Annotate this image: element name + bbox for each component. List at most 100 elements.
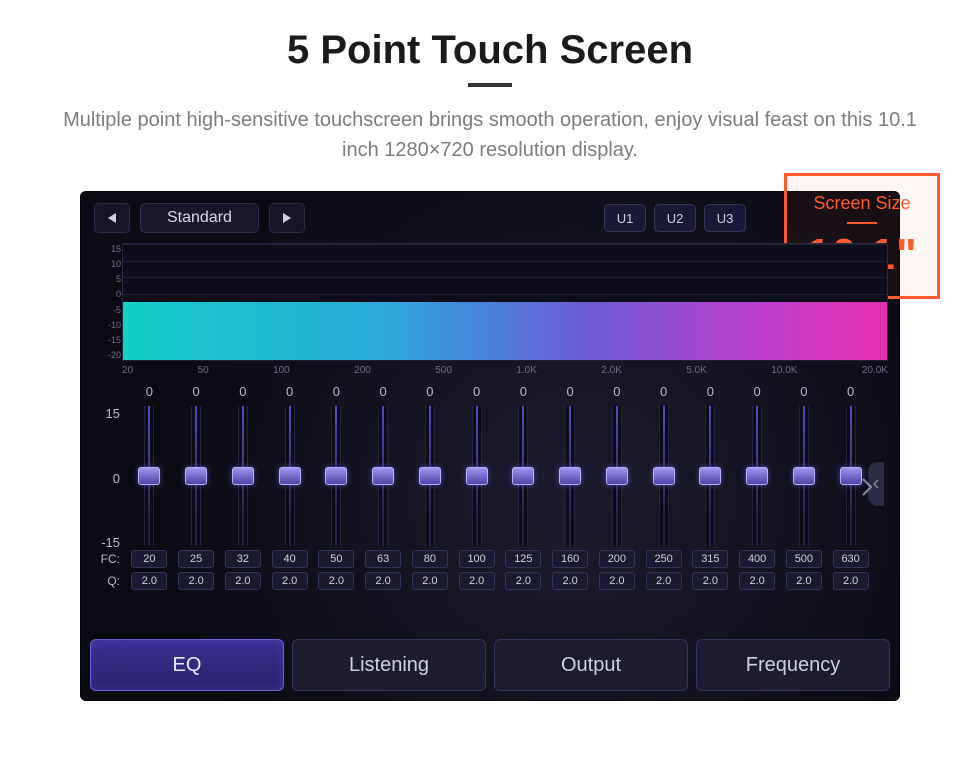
tab-eq[interactable]: EQ bbox=[90, 639, 284, 691]
band-fc-value[interactable]: 500 bbox=[786, 550, 822, 568]
band-q-value[interactable]: 2.0 bbox=[505, 572, 541, 590]
band-slider[interactable] bbox=[799, 406, 809, 546]
tab-frequency[interactable]: Frequency bbox=[696, 639, 890, 691]
spectrum-x-tick: 500 bbox=[435, 365, 452, 376]
slider-knob[interactable] bbox=[279, 467, 301, 485]
eq-band-4: 0502.0 bbox=[313, 384, 360, 590]
slider-knob[interactable] bbox=[606, 467, 628, 485]
band-slider[interactable] bbox=[238, 406, 248, 546]
band-fc-value[interactable]: 32 bbox=[225, 550, 261, 568]
band-q-value[interactable]: 2.0 bbox=[318, 572, 354, 590]
badge-divider bbox=[847, 222, 877, 224]
band-slider[interactable] bbox=[659, 406, 669, 546]
band-fc-value[interactable]: 400 bbox=[739, 550, 775, 568]
sliders-next-button[interactable] bbox=[856, 457, 878, 517]
chevron-right-icon bbox=[861, 477, 873, 497]
tab-output[interactable]: Output bbox=[494, 639, 688, 691]
band-slider[interactable] bbox=[285, 406, 295, 546]
slider-knob[interactable] bbox=[699, 467, 721, 485]
slider-knob[interactable] bbox=[840, 467, 862, 485]
band-fc-value[interactable]: 25 bbox=[178, 550, 214, 568]
slider-knob[interactable] bbox=[185, 467, 207, 485]
slider-knob[interactable] bbox=[653, 467, 675, 485]
user-preset-u2[interactable]: U2 bbox=[654, 204, 696, 232]
user-preset-u1[interactable]: U1 bbox=[604, 204, 646, 232]
spectrum-y-tick: -15 bbox=[93, 335, 121, 345]
band-q-value[interactable]: 2.0 bbox=[833, 572, 869, 590]
band-slider[interactable] bbox=[378, 406, 388, 546]
slider-knob[interactable] bbox=[419, 467, 441, 485]
fc-row-label: FC: bbox=[90, 552, 120, 566]
band-fc-value[interactable]: 63 bbox=[365, 550, 401, 568]
band-q-value[interactable]: 2.0 bbox=[692, 572, 728, 590]
eq-band-6: 0802.0 bbox=[407, 384, 454, 590]
spectrum-x-tick: 10.0K bbox=[771, 365, 797, 376]
slider-knob[interactable] bbox=[466, 467, 488, 485]
spectrum-x-tick: 50 bbox=[198, 365, 209, 376]
band-fc-value[interactable]: 630 bbox=[833, 550, 869, 568]
band-slider[interactable] bbox=[846, 406, 856, 546]
band-q-value[interactable]: 2.0 bbox=[365, 572, 401, 590]
title-underline bbox=[468, 83, 512, 87]
band-q-value[interactable]: 2.0 bbox=[599, 572, 635, 590]
band-slider[interactable] bbox=[331, 406, 341, 546]
band-q-value[interactable]: 2.0 bbox=[459, 572, 495, 590]
spectrum-y-tick: 0 bbox=[93, 289, 121, 299]
band-gain-value: 0 bbox=[473, 384, 480, 402]
eq-band-13: 0 400 2.0 bbox=[734, 384, 781, 590]
preset-label[interactable]: Standard bbox=[140, 203, 259, 233]
band-fc-value[interactable]: 100 bbox=[459, 550, 495, 568]
band-gain-value: 0 bbox=[754, 384, 761, 402]
slider-knob[interactable] bbox=[746, 467, 768, 485]
band-slider[interactable] bbox=[425, 406, 435, 546]
band-fc-value[interactable]: 250 bbox=[646, 550, 682, 568]
band-fc-value[interactable]: 20 bbox=[131, 550, 167, 568]
spectrum-graph: 151050-5-10-15-20 bbox=[122, 243, 888, 361]
preset-next-button[interactable] bbox=[269, 203, 305, 233]
band-slider[interactable] bbox=[565, 406, 575, 546]
band-fc-value[interactable]: 80 bbox=[412, 550, 448, 568]
slider-knob[interactable] bbox=[512, 467, 534, 485]
band-slider[interactable] bbox=[144, 406, 154, 546]
eq-band-7: 0 100 2.0 bbox=[453, 384, 500, 590]
tab-listening[interactable]: Listening bbox=[292, 639, 486, 691]
band-q-value[interactable]: 2.0 bbox=[646, 572, 682, 590]
band-slider[interactable] bbox=[705, 406, 715, 546]
band-fc-value[interactable]: 40 bbox=[272, 550, 308, 568]
band-gain-value: 0 bbox=[567, 384, 574, 402]
user-preset-u3[interactable]: U3 bbox=[704, 204, 746, 232]
band-gain-value: 0 bbox=[660, 384, 667, 402]
band-slider[interactable] bbox=[472, 406, 482, 546]
eq-band-8: 0 125 2.0 bbox=[500, 384, 547, 590]
slider-knob[interactable] bbox=[559, 467, 581, 485]
band-fc-value[interactable]: 200 bbox=[599, 550, 635, 568]
eq-band-12: 0 315 2.0 bbox=[687, 384, 734, 590]
eq-sliders: 150-15 FC: Q: 0202.00252.00322.00402.005… bbox=[126, 384, 874, 590]
band-fc-value[interactable]: 125 bbox=[505, 550, 541, 568]
band-fc-value[interactable]: 50 bbox=[318, 550, 354, 568]
slider-knob[interactable] bbox=[232, 467, 254, 485]
slider-knob[interactable] bbox=[138, 467, 160, 485]
band-q-value[interactable]: 2.0 bbox=[552, 572, 588, 590]
band-q-value[interactable]: 2.0 bbox=[412, 572, 448, 590]
band-slider[interactable] bbox=[518, 406, 528, 546]
band-q-value[interactable]: 2.0 bbox=[225, 572, 261, 590]
band-q-value[interactable]: 2.0 bbox=[786, 572, 822, 590]
band-slider[interactable] bbox=[191, 406, 201, 546]
slider-knob[interactable] bbox=[325, 467, 347, 485]
band-q-value[interactable]: 2.0 bbox=[272, 572, 308, 590]
page-title: 5 Point Touch Screen bbox=[0, 28, 980, 73]
band-slider[interactable] bbox=[612, 406, 622, 546]
slider-knob[interactable] bbox=[372, 467, 394, 485]
band-gain-value: 0 bbox=[707, 384, 714, 402]
band-fc-value[interactable]: 160 bbox=[552, 550, 588, 568]
band-slider[interactable] bbox=[752, 406, 762, 546]
band-gain-value: 0 bbox=[520, 384, 527, 402]
preset-prev-button[interactable] bbox=[94, 203, 130, 233]
band-q-value[interactable]: 2.0 bbox=[131, 572, 167, 590]
band-q-value[interactable]: 2.0 bbox=[739, 572, 775, 590]
band-q-value[interactable]: 2.0 bbox=[178, 572, 214, 590]
slider-knob[interactable] bbox=[793, 467, 815, 485]
spectrum-x-labels: 20501002005001.0K2.0K5.0K10.0K20.0K bbox=[122, 365, 888, 376]
band-fc-value[interactable]: 315 bbox=[692, 550, 728, 568]
